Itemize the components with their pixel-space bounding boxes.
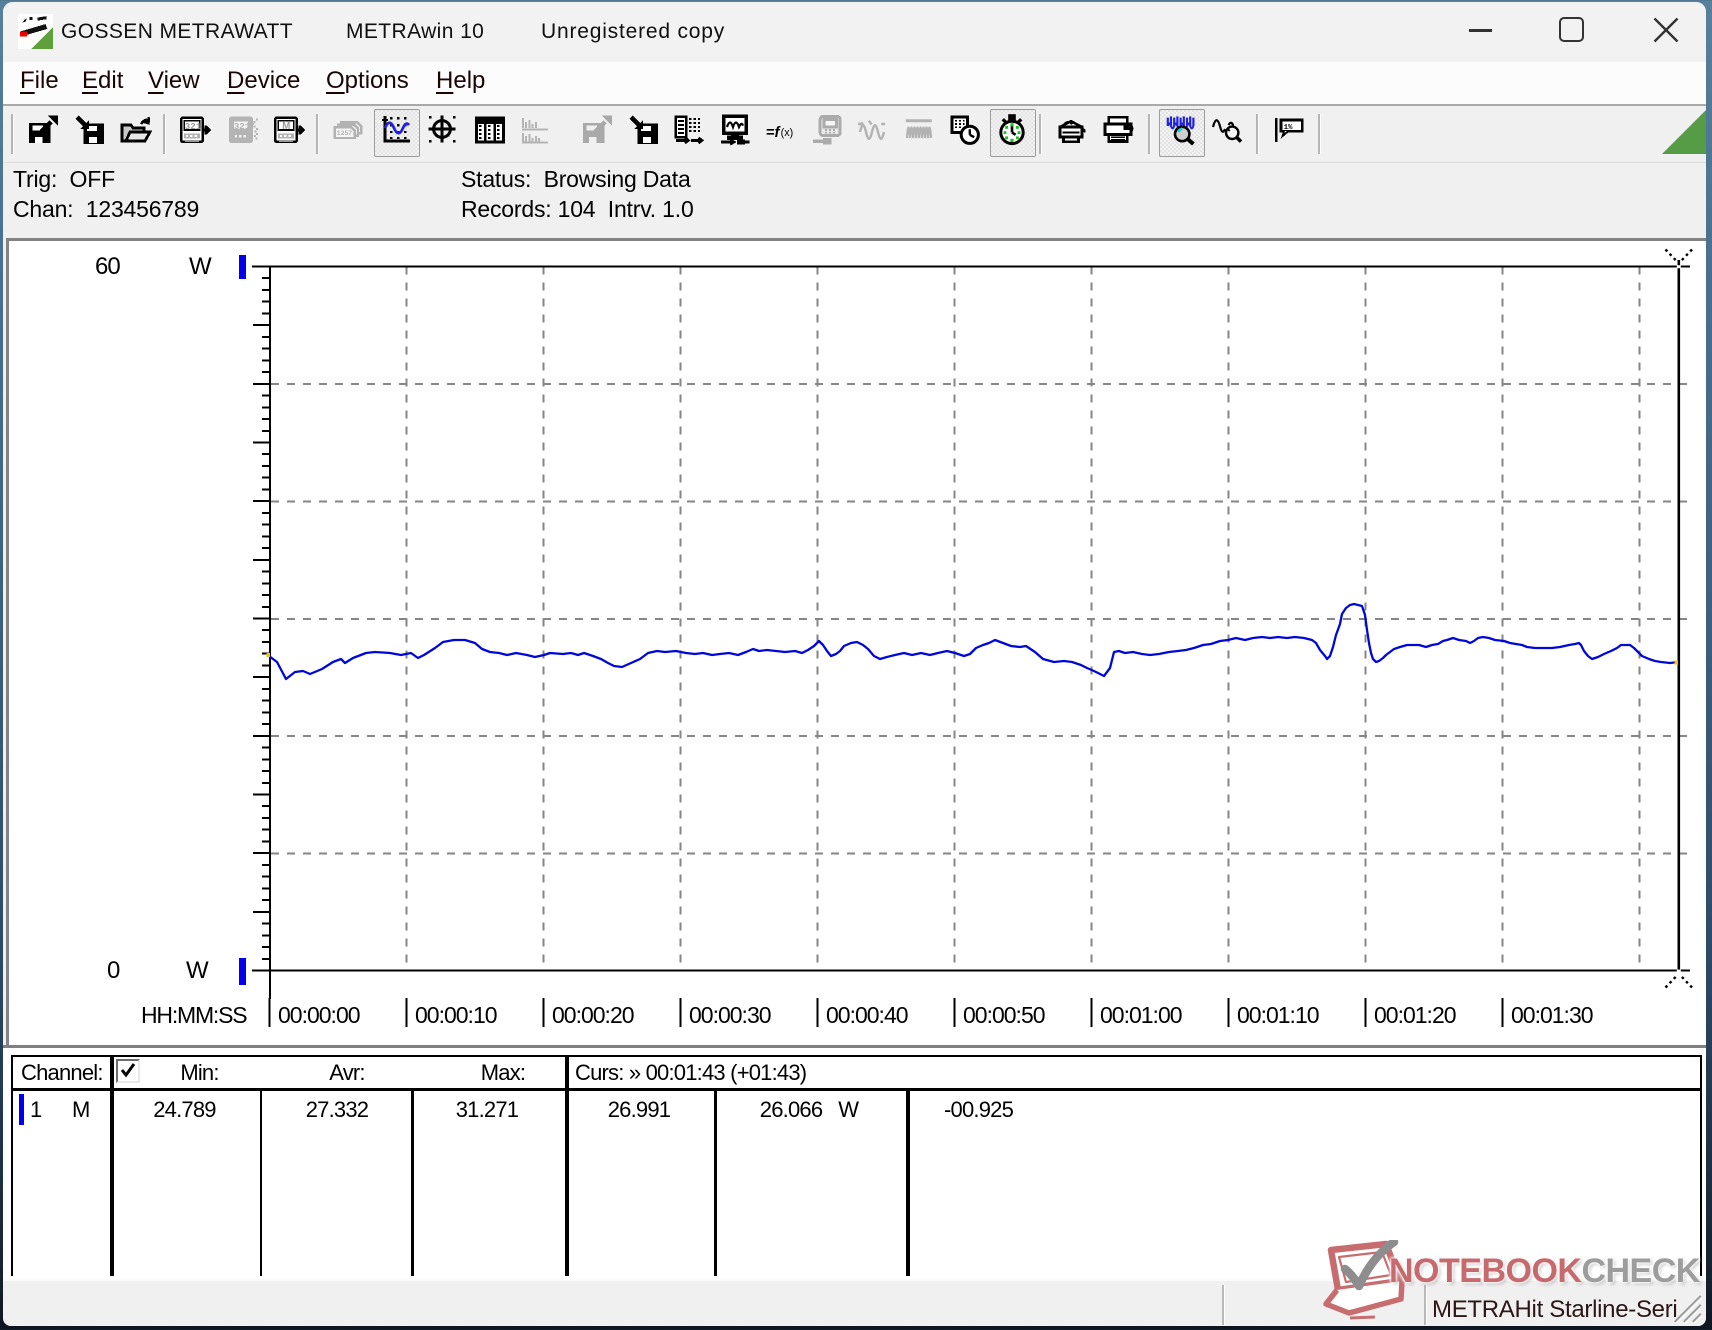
svg-text:321: 321 <box>185 121 202 132</box>
svg-text:(x): (x) <box>781 127 794 139</box>
svg-text:=f: =f <box>766 125 782 141</box>
svg-text:321: 321 <box>234 121 251 132</box>
svg-text:M: M <box>282 121 290 132</box>
svg-text:1%: 1% <box>1284 124 1293 132</box>
svg-text:1257: 1257 <box>337 130 353 137</box>
